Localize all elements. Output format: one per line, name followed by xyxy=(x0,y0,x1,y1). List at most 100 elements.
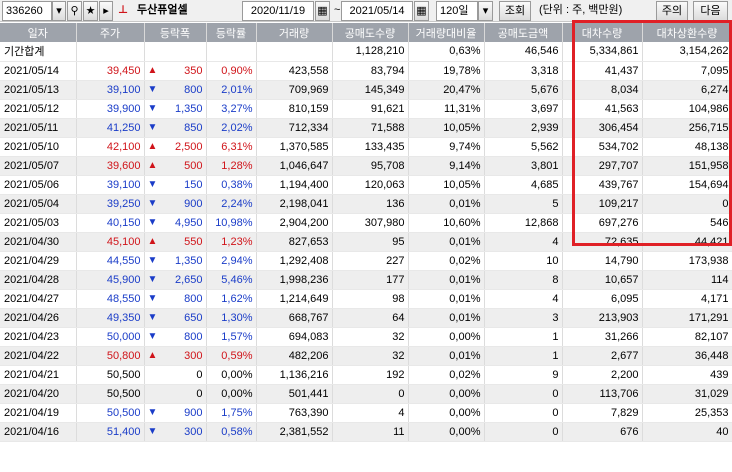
menu-icon[interactable]: ▸ xyxy=(99,1,113,21)
loan-qty-cell: 113,706 xyxy=(562,384,643,404)
column-header[interactable]: 대차상환수량 xyxy=(642,23,732,42)
price-cell: 50,800 xyxy=(76,346,145,366)
loan-repay-cell: 40 xyxy=(642,422,732,442)
table-row[interactable]: 2021/04/2944,550▼1,3502,94%1,292,4082270… xyxy=(0,251,732,271)
table-row[interactable]: 2021/04/2649,350▼6501,30%668,767640,01%3… xyxy=(0,308,732,328)
table-row[interactable]: 2021/05/0340,150▼4,95010,98%2,904,200307… xyxy=(0,213,732,233)
summary-row[interactable]: 기간합계 1,128,210 0,63% 46,546 5,334,861 3,… xyxy=(0,42,732,62)
column-header[interactable]: 공매도금액 xyxy=(484,23,563,42)
price-cell: 42,100 xyxy=(76,137,145,157)
rate-cell: 2,01% xyxy=(206,80,257,100)
column-header[interactable]: 공매도수량 xyxy=(332,23,409,42)
short-volume-cell: 32 xyxy=(332,327,409,347)
end-date-input[interactable]: 2021/05/14 xyxy=(341,1,413,21)
star-icon[interactable]: ★ xyxy=(83,1,98,21)
table-row[interactable]: 2021/05/1339,100▼8002,01%709,969145,3492… xyxy=(0,80,732,100)
table-row[interactable]: 2021/04/3045,100▲5501,23%827,653950,01%4… xyxy=(0,232,732,252)
change-arrow-icon: ▼ xyxy=(144,118,156,138)
stock-code-input[interactable]: 336260 xyxy=(2,1,52,21)
volume-ratio-cell: 0,01% xyxy=(408,346,485,366)
short-amount-cell: 46,546 xyxy=(484,42,563,62)
loan-repay-cell: 439 xyxy=(642,365,732,385)
volume-cell: 501,441 xyxy=(256,384,333,404)
price-cell: 49,350 xyxy=(76,308,145,328)
loan-qty-cell: 5,334,861 xyxy=(562,42,643,62)
stock-name: 두산퓨얼셀 xyxy=(137,4,188,16)
change-arrow-icon xyxy=(144,384,156,404)
change-cell: 800 xyxy=(156,80,207,100)
table-row[interactable]: 2021/05/1239,900▼1,3503,27%810,15991,621… xyxy=(0,99,732,119)
short-volume-cell: 95,708 xyxy=(332,156,409,176)
price-cell: 40,150 xyxy=(76,213,145,233)
column-header[interactable]: 등락률 xyxy=(206,23,257,42)
table-row[interactable]: 2021/05/0639,100▼1500,38%1,194,400120,06… xyxy=(0,175,732,195)
volume-cell: 1,194,400 xyxy=(256,175,333,195)
column-header[interactable]: 주가 xyxy=(76,23,145,42)
change-arrow-icon: ▼ xyxy=(144,422,156,442)
date-cell: 2021/05/14 xyxy=(0,61,77,81)
volume-ratio-cell: 0,02% xyxy=(408,365,485,385)
calendar-icon[interactable]: ▦ xyxy=(315,1,330,21)
table-row[interactable]: 2021/04/2350,000▼8001,57%694,083320,00%1… xyxy=(0,327,732,347)
table-row[interactable]: 2021/05/1439,450▲3500,90%423,55883,79419… xyxy=(0,61,732,81)
loan-qty-cell: 31,266 xyxy=(562,327,643,347)
start-date-input[interactable]: 2020/11/19 xyxy=(242,1,314,21)
volume-cell: 2,198,041 xyxy=(256,194,333,214)
table-row[interactable]: 2021/05/1042,100▲2,5006,31%1,370,585133,… xyxy=(0,137,732,157)
loan-repay-cell: 114 xyxy=(642,270,732,290)
volume-ratio-cell: 0,63% xyxy=(408,42,485,62)
loan-qty-cell: 439,767 xyxy=(562,175,643,195)
query-button[interactable]: 조회 xyxy=(499,1,531,21)
mini-chart-icon: ⊥ xyxy=(118,4,129,16)
change-cell: 650 xyxy=(156,308,207,328)
price-cell: 39,600 xyxy=(76,156,145,176)
column-header[interactable]: 거래량대비율 xyxy=(408,23,485,42)
rate-cell: 1,57% xyxy=(206,327,257,347)
date-cell: 2021/05/07 xyxy=(0,156,77,176)
volume-ratio-cell: 19,78% xyxy=(408,61,485,81)
chevron-down-icon[interactable]: ▾ xyxy=(52,1,66,21)
table-row[interactable]: 2021/04/1651,400▼3000,58%2,381,552110,00… xyxy=(0,422,732,442)
chevron-down-icon[interactable]: ▾ xyxy=(478,1,493,21)
volume-cell: 827,653 xyxy=(256,232,333,252)
change-cell: 900 xyxy=(156,403,207,423)
volume-ratio-cell: 0,01% xyxy=(408,308,485,328)
table-row[interactable]: 2021/04/2845,900▼2,6505,46%1,998,2361770… xyxy=(0,270,732,290)
search-icon[interactable]: ⚲ xyxy=(67,1,82,21)
short-amount-cell: 3,318 xyxy=(484,61,563,81)
date-cell: 2021/04/19 xyxy=(0,403,77,423)
change-cell: 150 xyxy=(156,175,207,195)
calendar-icon[interactable]: ▦ xyxy=(414,1,429,21)
short-amount-cell: 2,939 xyxy=(484,118,563,138)
column-header[interactable]: 거래량 xyxy=(256,23,333,42)
change-cell: 0 xyxy=(156,365,207,385)
period-select[interactable]: 120일 xyxy=(436,1,478,21)
rate-cell: 0,58% xyxy=(206,422,257,442)
date-cell: 2021/04/30 xyxy=(0,232,77,252)
volume-cell: 1,214,649 xyxy=(256,289,333,309)
rate-cell: 1,30% xyxy=(206,308,257,328)
price-cell: 50,000 xyxy=(76,327,145,347)
date-cell: 2021/04/22 xyxy=(0,346,77,366)
date-cell: 2021/04/21 xyxy=(0,365,77,385)
table-row[interactable]: 2021/04/2250,800▲3000,59%482,206320,01%1… xyxy=(0,346,732,366)
table-row[interactable]: 2021/04/21 50,500 0 0,00% 1,136,216 192 0,02% 9… xyxy=(0,365,732,385)
short-amount-cell: 9 xyxy=(484,365,563,385)
table-row[interactable]: 2021/05/0439,250▼9002,24%2,198,0411360,0… xyxy=(0,194,732,214)
change-arrow-icon: ▼ xyxy=(144,289,156,309)
table-row[interactable]: 2021/04/1950,500▼9001,75%763,39040,00%07… xyxy=(0,403,732,423)
column-header[interactable]: 등락폭 xyxy=(144,23,207,42)
notice-button[interactable]: 주의 xyxy=(656,1,688,21)
table-row[interactable]: 2021/04/20 50,500 0 0,00% 501,441 0 0,00% 0 113,… xyxy=(0,384,732,404)
loan-qty-cell: 534,702 xyxy=(562,137,643,157)
volume-cell: 763,390 xyxy=(256,403,333,423)
table-row[interactable]: 2021/05/1141,250▼8502,02%712,33471,58810… xyxy=(0,118,732,138)
short-volume-cell: 95 xyxy=(332,232,409,252)
column-header[interactable]: 일자 xyxy=(0,23,77,42)
column-header[interactable]: 대차수량 xyxy=(562,23,643,42)
short-volume-cell: 192 xyxy=(332,365,409,385)
table-row[interactable]: 2021/04/2748,550▼8001,62%1,214,649980,01… xyxy=(0,289,732,309)
rate-cell: 2,24% xyxy=(206,194,257,214)
table-row[interactable]: 2021/05/0739,600▲5001,28%1,046,64795,708… xyxy=(0,156,732,176)
next-button[interactable]: 다음 xyxy=(693,1,728,21)
